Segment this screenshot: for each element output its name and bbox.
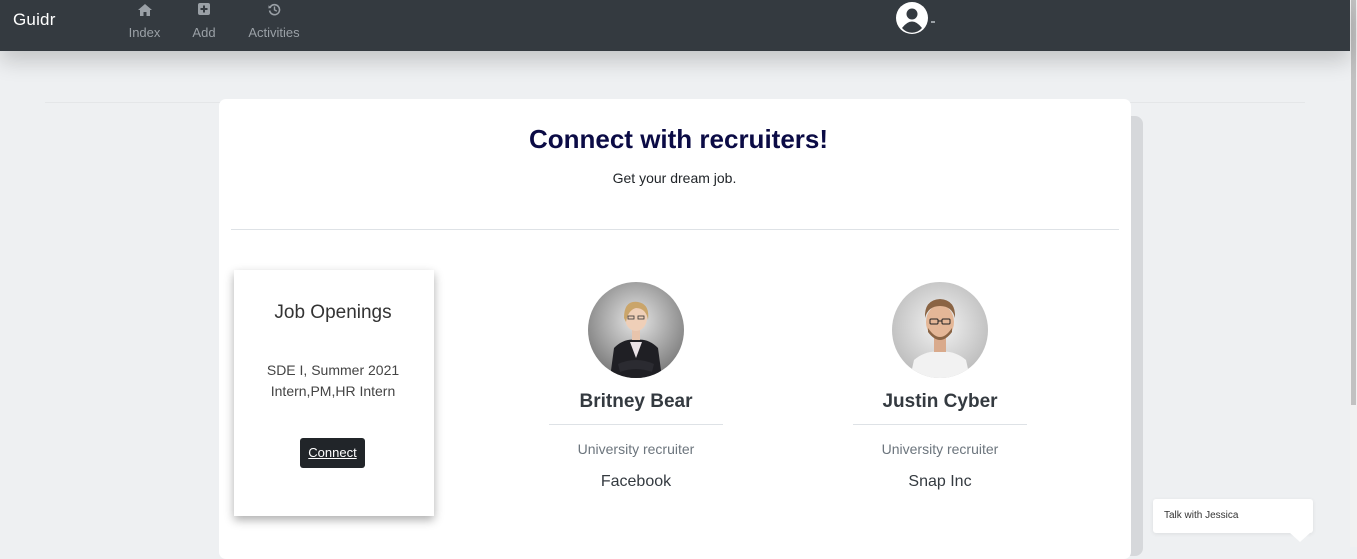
user-circle-icon [896, 2, 928, 34]
page-title: Connect with recruiters! [528, 124, 829, 154]
section-divider [231, 229, 1119, 230]
chat-widget[interactable]: Talk with Jessica [1153, 499, 1313, 542]
recruiter-divider [549, 424, 723, 425]
chat-widget-label: Talk with Jessica [1164, 510, 1239, 521]
page-subtitle: Get your dream job. [612, 170, 737, 186]
page-scrollbar[interactable] [1350, 0, 1357, 547]
history-icon [247, 3, 301, 21]
nav-item-add[interactable]: Add [191, 3, 217, 40]
nav-item-activities[interactable]: Activities [247, 3, 301, 40]
job-openings-list: SDE I, Summer 2021 Intern,PM,HR Intern [266, 362, 400, 399]
chevron-down-icon [931, 21, 935, 23]
nav-item-index-label: Index [128, 25, 161, 40]
brand-logo[interactable]: Guidr [13, 10, 56, 30]
scrollbar-thumb[interactable] [1351, 0, 1356, 405]
chat-bubble-tail [1290, 533, 1310, 542]
connect-button[interactable]: Connect [300, 438, 365, 468]
top-navbar: Guidr Index Add Activities [0, 0, 1350, 51]
recruiter-name: Justin Cyber [882, 391, 998, 412]
recruiter-name: Britney Bear [579, 391, 693, 412]
plus-square-icon [191, 3, 217, 21]
recruiter-divider [853, 424, 1027, 425]
nav-item-activities-label: Activities [248, 25, 300, 40]
nav-item-index[interactable]: Index [128, 3, 161, 40]
recruiter-photo [588, 282, 684, 378]
home-icon [128, 3, 161, 21]
recruiter-company: Facebook [600, 473, 672, 490]
recruiter-card-britney[interactable]: Britney Bear University recruiter Facebo… [549, 282, 723, 491]
recruiter-card-justin[interactable]: Justin Cyber University recruiter Snap I… [853, 282, 1027, 491]
recruiter-company: Snap Inc [908, 473, 972, 490]
recruiter-role: University recruiter [577, 441, 695, 457]
profile-menu-button[interactable] [895, 1, 941, 35]
recruiter-photo [892, 282, 988, 378]
recruiter-role: University recruiter [881, 441, 999, 457]
nav-item-add-label: Add [192, 25, 216, 40]
